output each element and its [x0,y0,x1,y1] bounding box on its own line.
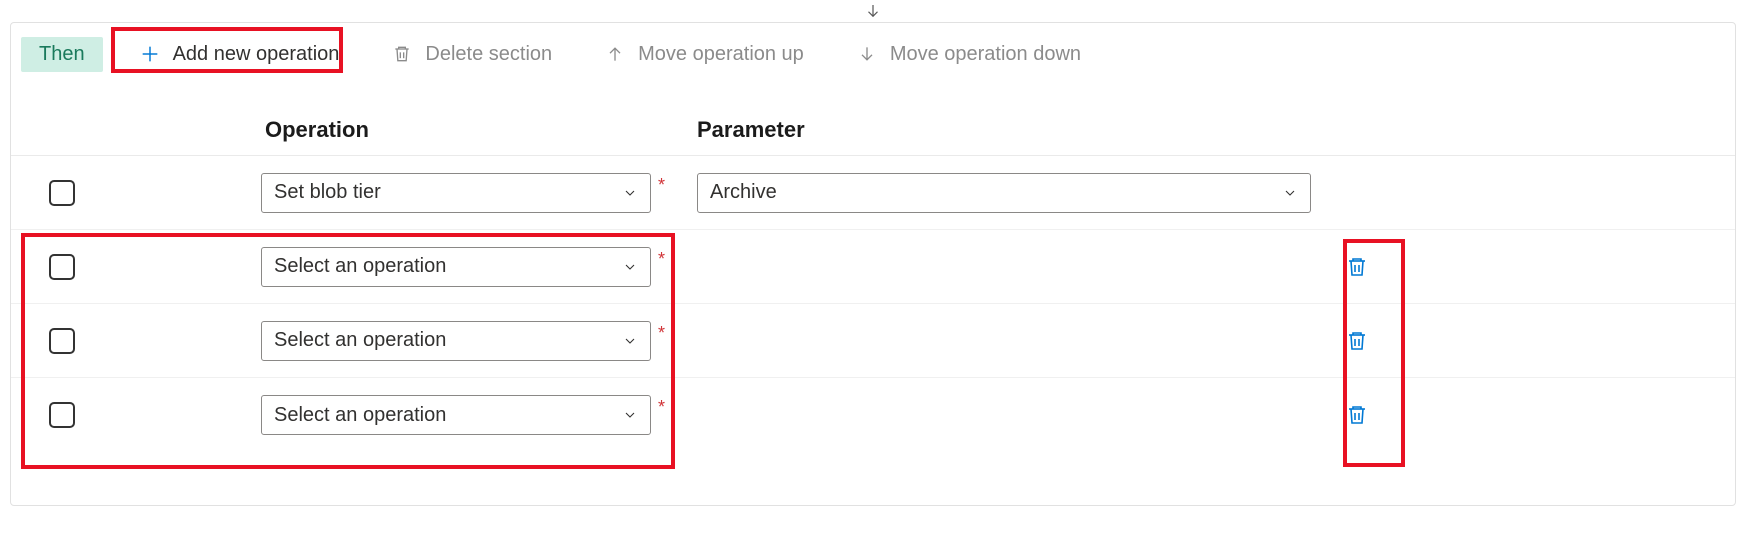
trash-icon [391,43,413,65]
plus-icon [139,43,161,65]
trash-icon [1345,255,1369,279]
then-label: Then [21,37,103,72]
operation-select-value: Select an operation [274,329,622,352]
delete-section-label: Delete section [425,43,552,66]
parameter-select-value: Archive [710,181,1282,204]
move-operation-down-button[interactable]: Move operation down [842,37,1095,72]
required-indicator: * [658,397,665,418]
chevron-down-icon [622,259,638,275]
column-header-operation: Operation [261,117,681,143]
row-checkbox[interactable] [49,254,75,280]
operation-select-value: Set blob tier [274,181,622,204]
parameter-select[interactable]: Archive [697,173,1311,213]
operation-select[interactable]: Select an operation [261,321,651,361]
trash-icon [1345,403,1369,427]
arrow-up-icon [604,43,626,65]
operation-select[interactable]: Select an operation [261,395,651,435]
operation-select-value: Select an operation [274,255,622,278]
table-row: Set blob tier * Archive [11,156,1735,230]
operations-table: Operation Parameter Set blob tier * [11,105,1735,452]
required-indicator: * [658,175,665,196]
operation-select[interactable]: Set blob tier [261,173,651,213]
table-row: Select an operation * [11,378,1735,452]
required-indicator: * [658,249,665,270]
trash-icon [1345,329,1369,353]
toolbar: Then Add new operation [11,23,1735,77]
row-checkbox[interactable] [49,328,75,354]
column-header-parameter: Parameter [681,117,1341,143]
delete-row-button[interactable] [1343,327,1371,355]
move-up-label: Move operation up [638,43,804,66]
delete-section-button[interactable]: Delete section [377,37,566,72]
row-checkbox[interactable] [49,180,75,206]
arrow-down-icon [856,43,878,65]
operation-select[interactable]: Select an operation [261,247,651,287]
row-checkbox[interactable] [49,402,75,428]
delete-row-button[interactable] [1343,401,1371,429]
move-operation-up-button[interactable]: Move operation up [590,37,818,72]
move-down-label: Move operation down [890,43,1081,66]
required-indicator: * [658,323,665,344]
delete-row-button[interactable] [1343,253,1371,281]
table-header: Operation Parameter [11,105,1735,156]
table-row: Select an operation * [11,230,1735,304]
chevron-down-icon [622,185,638,201]
then-panel: Then Add new operation [10,22,1736,506]
table-row: Select an operation * [11,304,1735,378]
operation-select-value: Select an operation [274,404,622,427]
chevron-down-icon [622,407,638,423]
arrow-down-icon [864,2,882,20]
chevron-down-icon [622,333,638,349]
chevron-down-icon [1282,185,1298,201]
add-new-operation-label: Add new operation [173,43,340,66]
add-new-operation-button[interactable]: Add new operation [125,37,354,72]
